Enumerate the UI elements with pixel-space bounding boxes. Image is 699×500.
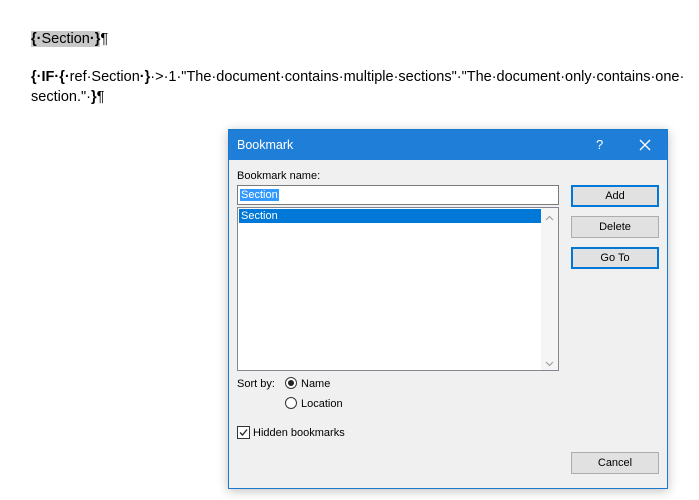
delete-button[interactable]: Delete xyxy=(571,216,659,238)
list-scrollbar[interactable] xyxy=(541,208,558,370)
field-close-brace: ·} xyxy=(89,31,101,47)
scroll-up-icon[interactable] xyxy=(545,213,554,221)
sort-location-radio[interactable] xyxy=(285,397,297,409)
close-icon[interactable] xyxy=(634,134,656,156)
checkmark-icon xyxy=(239,429,248,436)
cancel-button[interactable]: Cancel xyxy=(571,452,659,474)
bookmark-name-label: Bookmark name: xyxy=(237,170,321,182)
if-field-text-continued: section."· xyxy=(31,89,91,105)
radio-selected-dot xyxy=(288,380,294,386)
ref-field-close: ·} xyxy=(139,69,151,85)
document-line-if-field[interactable]: {·IF·{·ref·Section·}·>·1·"The·document·c… xyxy=(31,69,684,85)
bookmark-list[interactable]: Section xyxy=(237,207,559,371)
sort-location-label[interactable]: Location xyxy=(301,398,343,410)
if-field-open: {·IF· xyxy=(31,69,60,85)
bookmark-dialog: Bookmark ? Bookmark name: Section Sectio… xyxy=(228,129,668,489)
hidden-bookmarks-checkbox[interactable] xyxy=(237,426,250,439)
field-text: Section xyxy=(41,31,90,47)
bookmark-name-input[interactable]: Section xyxy=(237,185,559,205)
dialog-titlebar[interactable]: Bookmark ? xyxy=(229,130,667,160)
dialog-title: Bookmark xyxy=(237,138,294,152)
add-button[interactable]: Add xyxy=(571,185,659,207)
paragraph-mark: ¶ xyxy=(96,89,105,105)
help-button[interactable]: ? xyxy=(596,137,603,152)
scroll-down-icon[interactable] xyxy=(545,358,554,367)
paragraph-mark: ¶ xyxy=(100,31,109,47)
ref-field-text: ref·Section xyxy=(69,69,140,85)
hidden-bookmarks-label[interactable]: Hidden bookmarks xyxy=(253,427,345,439)
document-line-if-field-continued[interactable]: section."·}¶ xyxy=(31,89,104,105)
ref-field-open: {· xyxy=(59,69,70,85)
document-line-section-field[interactable]: {·Section·}¶ xyxy=(31,31,108,47)
sort-name-label[interactable]: Name xyxy=(301,378,330,390)
go-to-button[interactable]: Go To xyxy=(571,247,659,269)
sort-by-label: Sort by: xyxy=(237,378,275,390)
sort-name-radio[interactable] xyxy=(285,377,297,389)
bookmark-name-value: Section xyxy=(240,189,279,201)
field-code-section[interactable]: {·Section·} xyxy=(31,31,101,47)
list-item[interactable]: Section xyxy=(239,209,543,223)
field-open-brace: {· xyxy=(31,31,42,47)
if-field-text: ·>·1·"The·document·contains·multiple·sec… xyxy=(150,69,685,85)
